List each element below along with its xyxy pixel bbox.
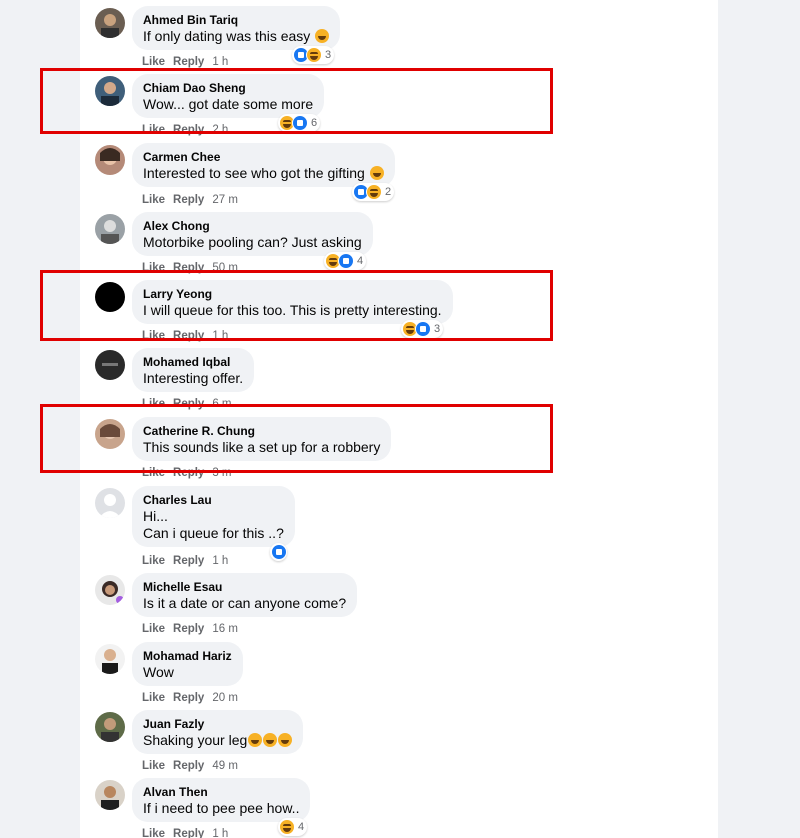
laughing-emoji-icon [315, 29, 330, 43]
laughing-emoji-icon [278, 733, 293, 747]
comment-text: Is it a date or can anyone come? [143, 595, 347, 611]
reaction-count: 4 [357, 255, 364, 267]
comment-text: Interesting offer. [143, 370, 244, 386]
comment-author[interactable]: Alvan Then [143, 784, 299, 800]
comment-bubble: Charles Lau Hi... Can i queue for this .… [132, 486, 295, 547]
astonished-emoji-icon [369, 166, 384, 180]
comment-bubble: Mohamed Iqbal Interesting offer. [132, 348, 255, 392]
laughing-emoji-icon [248, 733, 263, 747]
comment-bubble: Alvan Then If i need to pee pee how.. [132, 778, 311, 822]
comment-text: Hi... [143, 508, 168, 524]
like-button[interactable]: Like [142, 56, 165, 68]
comment-text: Shaking your leg [143, 732, 248, 748]
highlight-box [40, 270, 553, 341]
avatar[interactable] [95, 145, 125, 175]
comment-author[interactable]: Alex Chong [143, 218, 362, 234]
reaction-summary[interactable]: 3 [292, 46, 335, 64]
comment-time[interactable]: 1 h [212, 828, 228, 838]
like-button[interactable]: Like [142, 623, 165, 635]
reaction-summary[interactable]: 2 [352, 183, 395, 201]
reaction-count: 4 [298, 821, 305, 833]
like-button[interactable]: Like [142, 692, 165, 704]
avatar[interactable] [95, 575, 125, 605]
comment-text: Motorbike pooling can? Just asking [143, 234, 362, 250]
highlight-box [40, 404, 553, 473]
page-background-right [718, 0, 800, 838]
reply-button[interactable]: Reply [173, 623, 204, 635]
avatar[interactable] [95, 8, 125, 38]
comment-text-line2: Can i queue for this ..? [143, 525, 284, 541]
avatar[interactable] [95, 780, 125, 810]
like-button[interactable]: Like [142, 194, 165, 206]
avatar[interactable] [95, 712, 125, 742]
laughing-emoji-icon [263, 733, 278, 747]
like-reaction-icon [271, 544, 287, 560]
avatar[interactable] [95, 488, 125, 518]
reply-button[interactable]: Reply [173, 194, 204, 206]
comment-bubble: Alex Chong Motorbike pooling can? Just a… [132, 212, 373, 256]
comment-author[interactable]: Charles Lau [143, 492, 284, 508]
comment-text: If only dating was this easy [143, 28, 311, 44]
comment-time[interactable]: 1 h [212, 56, 228, 68]
reaction-summary[interactable] [270, 543, 287, 561]
comment-time[interactable]: 16 m [212, 623, 238, 635]
like-button[interactable]: Like [142, 555, 165, 567]
like-button[interactable]: Like [142, 760, 165, 772]
reaction-count: 2 [385, 186, 392, 198]
comment-bubble: Ahmed Bin Tariq If only dating was this … [132, 6, 341, 50]
reply-button[interactable]: Reply [173, 555, 204, 567]
comment-bubble: Juan Fazly Shaking your leg [132, 710, 304, 754]
haha-reaction-icon [306, 47, 322, 63]
comment-author[interactable]: Mohamad Hariz [143, 648, 232, 664]
comment-author[interactable]: Ahmed Bin Tariq [143, 12, 329, 28]
comment-text: If i need to pee pee how.. [143, 800, 300, 816]
reaction-summary[interactable]: 4 [278, 818, 308, 836]
highlight-box [40, 68, 553, 134]
comment-text: Wow [143, 664, 174, 680]
comment-author[interactable]: Carmen Chee [143, 149, 384, 165]
comment-author[interactable]: Juan Fazly [143, 716, 292, 732]
comment-bubble: Michelle Esau Is it a date or can anyone… [132, 573, 358, 617]
reaction-count: 3 [325, 49, 332, 61]
reaction-summary[interactable]: 4 [324, 252, 367, 270]
comment-time[interactable]: 20 m [212, 692, 238, 704]
comment-bubble: Carmen Chee Interested to see who got th… [132, 143, 395, 187]
like-reaction-icon [338, 253, 354, 269]
comment-time[interactable]: 49 m [212, 760, 238, 772]
comment-author[interactable]: Mohamed Iqbal [143, 354, 243, 370]
avatar[interactable] [95, 644, 125, 674]
comment-time[interactable]: 27 m [212, 194, 238, 206]
haha-reaction-icon [366, 184, 382, 200]
reply-button[interactable]: Reply [173, 828, 204, 838]
comment-text: Interested to see who got the gifting [143, 165, 365, 181]
reply-button[interactable]: Reply [173, 692, 204, 704]
reply-button[interactable]: Reply [173, 760, 204, 772]
avatar[interactable] [95, 350, 125, 380]
haha-reaction-icon [279, 819, 295, 835]
comment-author[interactable]: Michelle Esau [143, 579, 346, 595]
like-button[interactable]: Like [142, 828, 165, 838]
avatar[interactable] [95, 214, 125, 244]
comment-bubble: Mohamad Hariz Wow [132, 642, 243, 686]
reply-button[interactable]: Reply [173, 56, 204, 68]
comment-time[interactable]: 1 h [212, 555, 228, 567]
